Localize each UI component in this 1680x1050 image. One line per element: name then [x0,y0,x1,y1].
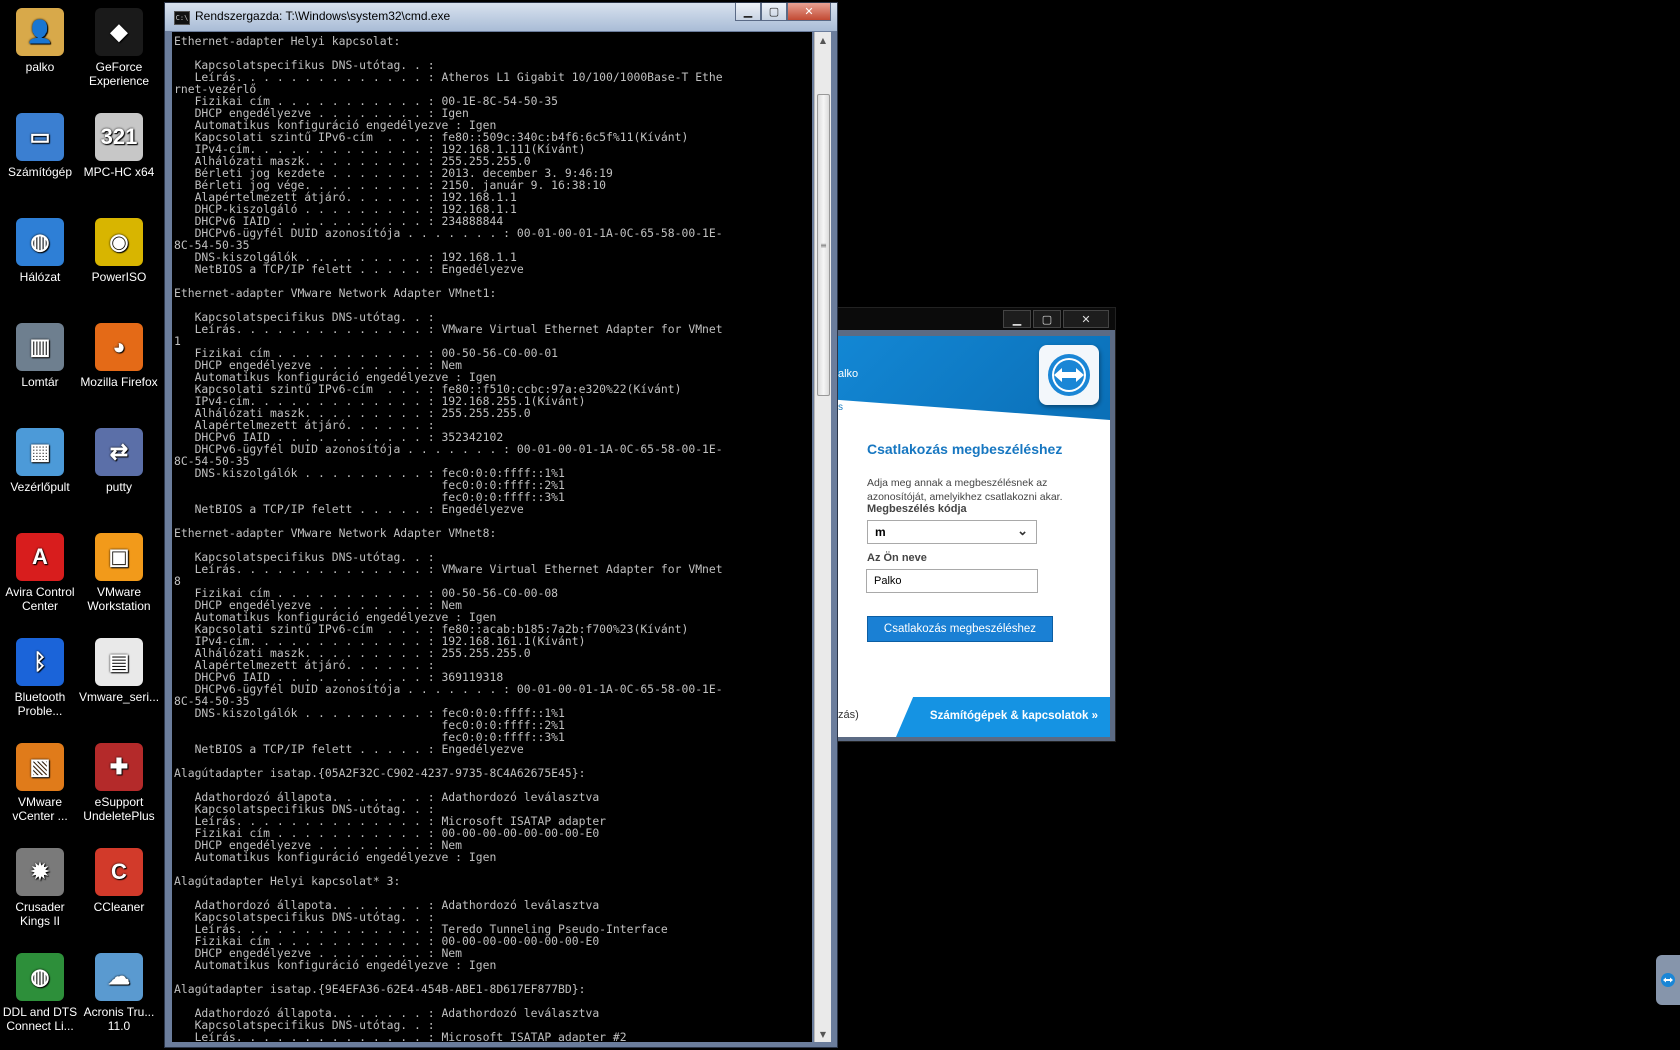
desktop-icon-image: ᛒ [16,638,64,686]
desktop-icon-image: 321 [95,113,143,161]
tv-header-username: alko [838,368,859,380]
teamviewer-window[interactable]: ▁ ▢ ✕ alko s Csatlakozás megbeszéléshez … [838,307,1116,742]
desktop-icon-image: ▦ [16,428,64,476]
desktop-icon-image: ◆ [95,8,143,56]
teamviewer-content: alko s Csatlakozás megbeszéléshez Adja m… [838,336,1110,737]
join-meeting-button[interactable]: Csatlakozás megbeszéléshez [867,616,1053,642]
desktop-icon[interactable]: ✚ eSupport UndeletePlus [79,743,159,823]
desktop-icon-image: ▭ [16,113,64,161]
desktop-icon[interactable]: ᛒ Bluetooth Proble... [0,638,80,718]
scroll-grip-icon: ≡ [820,240,827,250]
desktop-icon[interactable]: ◍ Hálózat [0,218,80,284]
scroll-up-icon[interactable]: ▲ [815,32,831,48]
desktop-icon[interactable]: ▣ VMware Workstation [79,533,159,613]
meeting-code-label: Megbeszélés kódja [867,503,967,515]
desktop-icon[interactable]: A Avira Control Center [0,533,80,613]
teamviewer-titlebar[interactable]: ▁ ▢ ✕ [838,308,1115,330]
tv-join-description: Adja meg annak a megbeszélésnek az azono… [867,477,1063,503]
desktop-icon-label: DDL and DTS Connect Li... [2,1005,78,1033]
desktop-icon-label: PowerISO [91,270,147,284]
desktop-icon[interactable]: ▭ Számítógép [0,113,80,179]
desktop-icon-label: Lomtár [21,375,59,389]
tv-join-title: Csatlakozás megbeszéléshez [867,441,1063,457]
cmd-close-button[interactable]: ✕ [787,3,831,21]
meeting-code-combobox[interactable]: m ⌄ [867,520,1037,544]
desktop-icon-image: 👤 [16,8,64,56]
desktop-icon-label: GeForce Experience [88,60,150,88]
desktop-icon[interactable]: ◆ GeForce Experience [79,8,159,88]
desktop-icon[interactable]: 321 MPC-HC x64 [79,113,159,179]
desktop-icon-label: Bluetooth Proble... [14,690,66,718]
tv-header-tab[interactable]: s [838,402,864,420]
cmd-scrollbar[interactable]: ▲ ≡ ▼ [814,32,831,1042]
desktop-icon-image: ✚ [95,743,143,791]
desktop-icon[interactable]: 👤 palko [0,8,80,74]
desktop-icon[interactable]: ◉ PowerISO [79,218,159,284]
desktop-icon[interactable]: ◕ Mozilla Firefox [79,323,159,389]
desktop-icon-label: VMware vCenter ... [12,795,68,823]
teamviewer-tray-icon [1661,973,1675,987]
desktop-icon-label: Avira Control Center [5,585,75,613]
cmd-console[interactable]: Ethernet-adapter Helyi kapcsolat: Kapcso… [172,32,812,1042]
desktop-icon-label: Mozilla Firefox [80,375,158,389]
desktop-icon-image: ◉ [95,218,143,266]
desktop-icon-label: Hálózat [19,270,61,284]
name-label: Az Ön neve [867,552,927,564]
desktop-icon-image: ☁ [95,953,143,1001]
desktop-icon-label: Acronis Tru... 11.0 [83,1005,155,1033]
desktop-icon-label: MPC-HC x64 [83,165,155,179]
desktop-icon-image: ▣ [95,533,143,581]
computers-contacts-button[interactable]: Számítógépek & kapcsolatok » [896,697,1110,737]
desktop-icon-image: ▥ [16,323,64,371]
cmd-titlebar[interactable]: C:\ Rendszergazda: T:\Windows\system32\c… [165,3,837,31]
desktop-icon-label: putty [105,480,132,494]
desktop-icon-image: ◕ [95,323,143,371]
desktop-icon-label: eSupport UndeletePlus [83,795,155,823]
scroll-down-icon[interactable]: ▼ [815,1026,831,1042]
desktop-icon-image: C [95,848,143,896]
desktop-icon[interactable]: ✹ Crusader Kings II [0,848,80,928]
desktop-icon[interactable]: ☁ Acronis Tru... 11.0 [79,953,159,1033]
desktop-icon-image: ✹ [16,848,64,896]
desktop-icon-image: A [16,533,64,581]
desktop-icon[interactable]: ▦ Vezérlőpult [0,428,80,494]
scrollbar-thumb[interactable]: ≡ [817,94,830,396]
desktop-icon-label: VMware Workstation [87,585,151,613]
desktop-icon-image: ▧ [16,743,64,791]
desktop-icon-label: Számítógép [7,165,73,179]
desktop-icon[interactable]: C CCleaner [79,848,159,914]
desktop-icon-label: Crusader Kings II [15,900,65,928]
teamviewer-tray-tab[interactable] [1656,955,1680,1005]
name-input[interactable]: Palko [866,569,1038,593]
desktop-icon-image: ▤ [95,638,143,686]
desktop-icon-image: ◍ [16,218,64,266]
cmd-window-title: Rendszergazda: T:\Windows\system32\cmd.e… [195,9,451,23]
cmd-minimize-button[interactable]: ▁ [735,3,761,21]
desktop-icon-label: Vezérlőpult [10,480,70,494]
teamviewer-logo-icon [1039,345,1099,405]
cmd-output-text: Ethernet-adapter Helyi kapcsolat: Kapcso… [174,34,723,1042]
tv-minimize-button[interactable]: ▁ [1003,310,1031,328]
desktop-icon[interactable]: ◍ DDL and DTS Connect Li... [0,953,80,1033]
desktop-icon-label: CCleaner [93,900,145,914]
cmd-window[interactable]: C:\ Rendszergazda: T:\Windows\system32\c… [164,2,838,1048]
cmd-maximize-button[interactable]: ▢ [761,3,787,21]
chevron-down-icon[interactable]: ⌄ [1017,523,1028,539]
desktop-icon-image: ⇄ [95,428,143,476]
tv-maximize-button[interactable]: ▢ [1033,310,1061,328]
tv-close-button[interactable]: ✕ [1063,310,1109,328]
desktop-icon[interactable]: ▤ Vmware_seri... [79,638,159,704]
desktop-icon-image: ◍ [16,953,64,1001]
desktop-icon-label: palko [25,60,55,74]
desktop-icon[interactable]: ▧ VMware vCenter ... [0,743,80,823]
desktop-icon[interactable]: ▥ Lomtár [0,323,80,389]
cmd-app-icon: C:\ [174,11,190,25]
desktop-icon[interactable]: ⇄ putty [79,428,159,494]
tv-footer-left-link[interactable]: zás) [838,709,859,721]
desktop-icon-label: Vmware_seri... [79,690,160,704]
meeting-code-value: m [875,525,886,539]
